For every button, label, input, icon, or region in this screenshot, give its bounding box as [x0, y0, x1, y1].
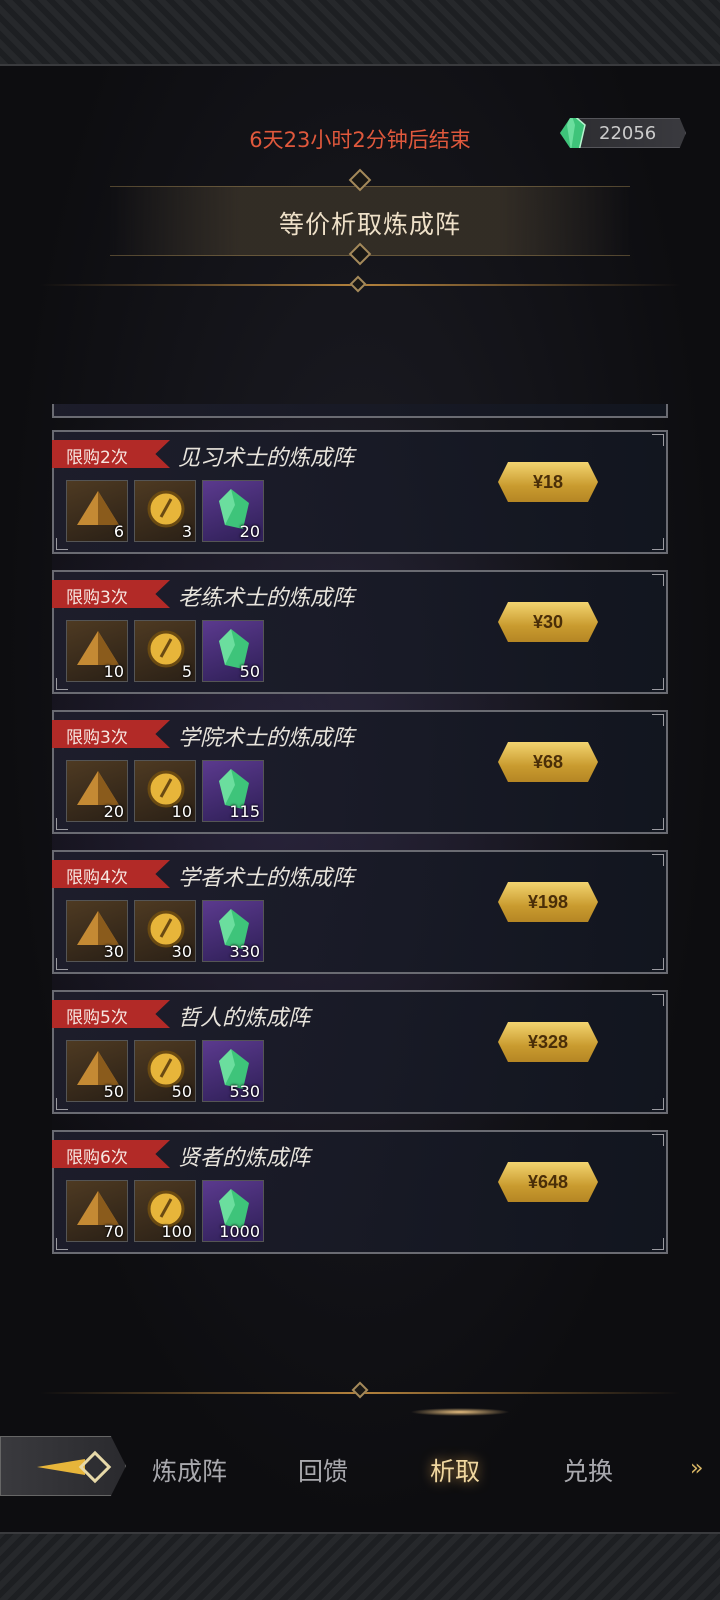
tab-extract[interactable]: 析取 — [430, 1452, 480, 1488]
item-quantity: 10 — [103, 662, 124, 681]
item-slot-orb[interactable]: 10 — [134, 760, 196, 822]
item-slot-crystal[interactable]: 50 — [202, 620, 264, 682]
buy-button[interactable]: ¥328 — [498, 1022, 598, 1062]
pack-card: 限购5次 哲人的炼成阵 50 50 530 ¥328 — [52, 990, 668, 1114]
item-quantity: 3 — [181, 522, 192, 541]
buy-button[interactable]: ¥30 — [498, 602, 598, 642]
tab-alchemy[interactable]: 炼成阵 — [152, 1452, 227, 1488]
purchase-limit-tag: 限购3次 — [52, 720, 170, 748]
item-quantity: 20 — [239, 522, 260, 541]
item-slot-pyramid[interactable]: 10 — [66, 620, 128, 682]
partial-pack-card: 5 2 10 — [52, 404, 668, 418]
buy-button[interactable]: ¥18 — [498, 462, 598, 502]
currency-amount: 22056 — [599, 123, 657, 144]
top-frame — [0, 0, 720, 66]
home-button[interactable] — [0, 1436, 126, 1496]
pack-list[interactable]: 5 2 10 限购2次 见习术士的炼成阵 6 3 20 ¥18 限购3次 老练术… — [52, 404, 670, 1284]
pack-name: 老练术士的炼成阵 — [178, 586, 355, 611]
item-quantity: 100 — [161, 1222, 192, 1241]
item-quantity: 50 — [239, 662, 260, 681]
item-quantity: 50 — [103, 1082, 124, 1101]
item-quantity: 6 — [113, 522, 124, 541]
tab-rewards[interactable]: 回馈 — [298, 1452, 348, 1488]
item-quantity: 1000 — [219, 1222, 260, 1241]
tab-exchange[interactable]: 兑换 — [563, 1452, 613, 1488]
item-quantity: 10 — [171, 802, 192, 821]
bottom-tab-bar: 炼成阵 回馈 析取 兑换 » — [0, 1404, 720, 1504]
pack-card: 限购6次 贤者的炼成阵 70 100 1000 ¥648 — [52, 1130, 668, 1254]
item-quantity: 115 — [229, 802, 260, 821]
pack-name: 见习术士的炼成阵 — [178, 446, 355, 471]
purchase-limit-tag: 限购5次 — [52, 1000, 170, 1028]
pack-card: 限购2次 见习术士的炼成阵 6 3 20 ¥18 — [52, 430, 668, 554]
item-slot-pyramid[interactable]: 30 — [66, 900, 128, 962]
item-slot-pyramid[interactable]: 70 — [66, 1180, 128, 1242]
buy-button[interactable]: ¥198 — [498, 882, 598, 922]
bottom-frame — [0, 1532, 720, 1600]
pack-name: 学者术士的炼成阵 — [178, 866, 355, 891]
item-slot-orb[interactable]: 3 — [134, 480, 196, 542]
pack-name: 贤者的炼成阵 — [178, 1146, 311, 1171]
item-slot-crystal[interactable]: 530 — [202, 1040, 264, 1102]
pack-name: 学院术士的炼成阵 — [178, 726, 355, 751]
item-quantity: 330 — [229, 942, 260, 961]
active-tab-glow — [410, 1408, 510, 1416]
item-slot-orb[interactable]: 5 — [134, 620, 196, 682]
purchase-limit-tag: 限购2次 — [52, 440, 170, 468]
purchase-limit-tag: 限购4次 — [52, 860, 170, 888]
currency-display[interactable]: 22056 — [560, 118, 686, 148]
item-slot-orb[interactable]: 50 — [134, 1040, 196, 1102]
item-slot-crystal[interactable]: 1000 — [202, 1180, 264, 1242]
pack-card: 限购4次 学者术士的炼成阵 30 30 330 ¥198 — [52, 850, 668, 974]
pack-card: 限购3次 老练术士的炼成阵 10 5 50 ¥30 — [52, 570, 668, 694]
home-emblem-icon — [37, 1450, 112, 1484]
item-quantity: 30 — [171, 942, 192, 961]
pack-name: 哲人的炼成阵 — [178, 1006, 311, 1031]
buy-button[interactable]: ¥648 — [498, 1162, 598, 1202]
item-quantity: 530 — [229, 1082, 260, 1101]
item-slot-orb[interactable]: 30 — [134, 900, 196, 962]
chevron-right-icon[interactable]: » — [690, 1456, 703, 1481]
purchase-limit-tag: 限购6次 — [52, 1140, 170, 1168]
event-title-banner: 等价析取炼成阵 — [110, 186, 630, 256]
item-quantity: 70 — [103, 1222, 124, 1241]
purchase-limit-tag: 限购3次 — [52, 580, 170, 608]
item-slot-pyramid[interactable]: 20 — [66, 760, 128, 822]
item-slot-pyramid[interactable]: 50 — [66, 1040, 128, 1102]
item-slot-pyramid[interactable]: 6 — [66, 480, 128, 542]
item-slot-crystal[interactable]: 330 — [202, 900, 264, 962]
item-quantity: 5 — [181, 662, 192, 681]
buy-button[interactable]: ¥68 — [498, 742, 598, 782]
item-slot-crystal[interactable]: 20 — [202, 480, 264, 542]
item-quantity: 50 — [171, 1082, 192, 1101]
item-slot-orb[interactable]: 100 — [134, 1180, 196, 1242]
item-quantity: 20 — [103, 802, 124, 821]
item-slot-crystal[interactable]: 115 — [202, 760, 264, 822]
pack-card: 限购3次 学院术士的炼成阵 20 10 115 ¥68 — [52, 710, 668, 834]
item-quantity: 30 — [103, 942, 124, 961]
page-title: 等价析取炼成阵 — [278, 210, 461, 239]
